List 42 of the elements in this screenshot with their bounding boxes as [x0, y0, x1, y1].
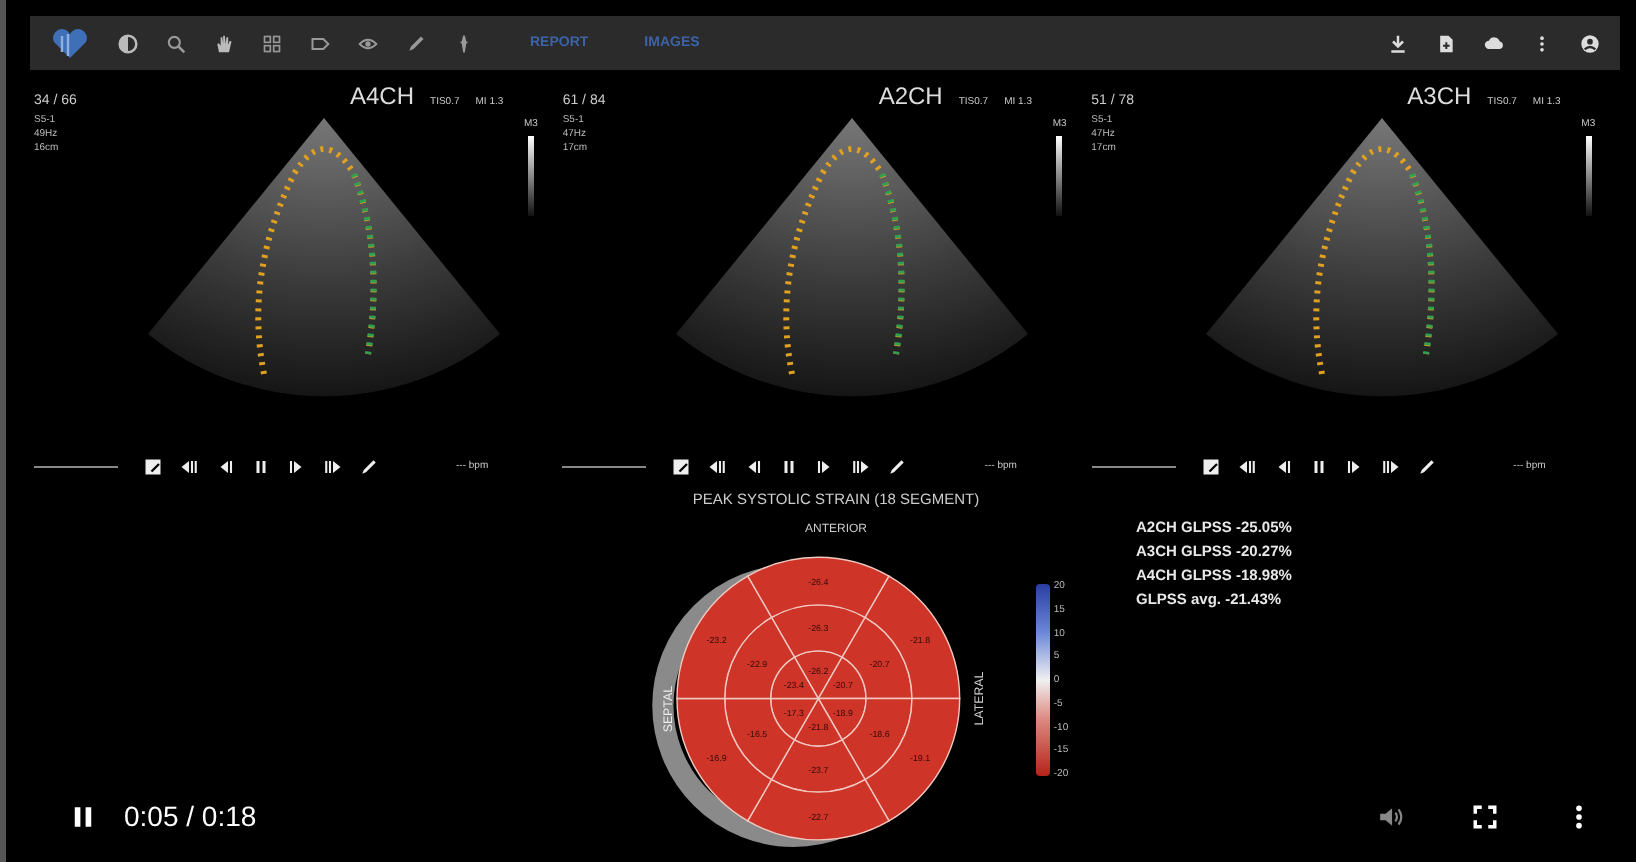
pause-icon[interactable] [70, 803, 96, 829]
step-back-icon[interactable] [216, 457, 234, 475]
pencil-icon[interactable] [1417, 457, 1436, 475]
eye-icon[interactable] [358, 33, 378, 53]
step-forward-icon[interactable] [288, 457, 306, 475]
search-icon[interactable] [166, 33, 186, 53]
step-forward-icon[interactable] [816, 457, 835, 475]
step-back-icon[interactable] [1273, 457, 1292, 475]
account-icon[interactable] [1580, 33, 1600, 53]
pause-icon[interactable] [252, 457, 270, 475]
grayscale-bar [527, 136, 534, 216]
pencil-icon[interactable] [888, 457, 907, 475]
skip-forward-icon[interactable] [852, 457, 871, 475]
hand-icon[interactable] [214, 33, 234, 53]
label-icon[interactable] [310, 33, 330, 53]
skip-forward-icon[interactable] [1381, 457, 1400, 475]
grayscale-bar [1056, 136, 1063, 216]
pause-icon[interactable] [780, 457, 799, 475]
download-icon[interactable] [1388, 33, 1408, 53]
skip-back-icon[interactable] [180, 457, 198, 475]
step-forward-icon[interactable] [1345, 457, 1364, 475]
playback-time: 0:05 / 0:18 [124, 800, 257, 832]
view-title: A3CH [1407, 82, 1472, 110]
fullscreen-icon[interactable] [1472, 803, 1498, 829]
skip-forward-icon[interactable] [324, 457, 342, 475]
view-title: A4CH [350, 82, 415, 110]
pause-icon[interactable] [1309, 457, 1328, 475]
view-title: A2CH [878, 82, 943, 110]
cloud-icon[interactable] [1484, 33, 1504, 53]
volume-icon[interactable] [1378, 803, 1404, 829]
pencil-icon[interactable] [360, 457, 378, 475]
grid-icon[interactable] [262, 33, 282, 53]
step-back-icon[interactable] [744, 457, 763, 475]
note-icon[interactable] [144, 457, 162, 475]
heart-logo-icon [50, 27, 90, 59]
contrast-icon[interactable] [118, 33, 138, 53]
skip-back-icon[interactable] [1237, 457, 1256, 475]
grayscale-bar [1585, 136, 1592, 216]
note-icon[interactable] [1201, 457, 1220, 475]
skip-back-icon[interactable] [708, 457, 727, 475]
document-icon[interactable] [1436, 33, 1456, 53]
note-icon[interactable] [672, 457, 691, 475]
